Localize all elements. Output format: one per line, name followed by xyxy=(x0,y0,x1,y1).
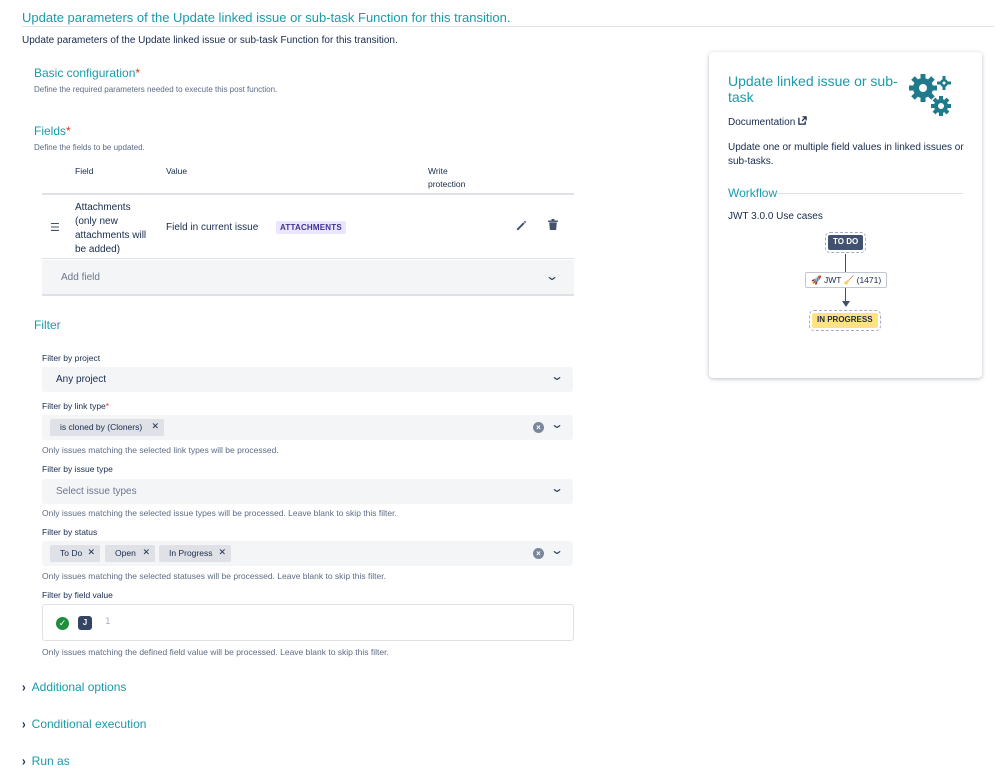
filter-issue-type-label: Filter by issue type xyxy=(42,464,113,474)
field-name: Attachments (only new attachments will b… xyxy=(75,201,155,257)
trash-icon[interactable] xyxy=(548,219,558,233)
field-name-line: be added) xyxy=(75,244,121,255)
filter-field-value-label: Filter by field value xyxy=(42,590,113,600)
basic-config-title: Basic configuration xyxy=(34,66,136,80)
additional-options-label: Additional options xyxy=(31,680,127,694)
run-as-toggle[interactable]: › Run as xyxy=(22,754,70,770)
drag-handle-icon[interactable]: ☰ xyxy=(50,221,60,234)
chevron-down-icon: ⌄ xyxy=(549,543,565,557)
filter-link-type-label: Filter by link type* xyxy=(42,401,109,411)
line-number: 1 xyxy=(105,617,111,627)
workflow-title: Workflow xyxy=(728,186,778,200)
clear-icon[interactable]: × xyxy=(533,548,544,559)
field-value-hint: Only issues matching the defined field v… xyxy=(42,647,389,657)
chevron-right-icon: › xyxy=(22,717,26,733)
issue-type-hint: Only issues matching the selected issue … xyxy=(42,508,397,518)
close-icon[interactable]: ✕ xyxy=(218,547,226,558)
fields-title: Fields xyxy=(34,124,67,138)
field-name-line: attachments will xyxy=(75,230,147,241)
chevron-down-icon: ⌄ xyxy=(549,417,565,431)
workflow-divider xyxy=(777,193,963,194)
required-mark: * xyxy=(105,401,110,411)
pencil-icon[interactable] xyxy=(516,220,527,234)
status-select[interactable]: To Do ✕ Open ✕ In Progress ✕ × ⌄ xyxy=(42,541,573,566)
transition-label: JWT xyxy=(823,275,842,285)
clear-icon[interactable]: × xyxy=(533,422,544,433)
arrow-down-icon xyxy=(842,301,850,307)
required-mark: * xyxy=(135,66,141,80)
field-value-editor[interactable]: ✓ J 1 xyxy=(42,604,574,641)
documentation-link[interactable]: Documentation xyxy=(728,116,807,128)
fields-table-header: Field Value Write protection xyxy=(42,164,574,195)
status-chip-todo: To Do ✕ xyxy=(50,545,100,562)
workflow-connector xyxy=(845,254,846,272)
column-value: Value xyxy=(166,166,188,176)
field-name-line: Attachments xyxy=(75,202,131,213)
attachments-badge: ATTACHMENTS xyxy=(276,221,346,234)
conditional-execution-label: Conditional execution xyxy=(31,717,147,731)
add-field-placeholder: Add field xyxy=(61,272,100,283)
card-description: Update one or multiple field values in l… xyxy=(728,142,964,167)
card-title: Update linked issue or sub-task xyxy=(728,73,898,105)
basic-config-heading: Basic configuration* xyxy=(34,66,140,80)
status-todo: TO DO xyxy=(824,232,867,253)
column-write-protection-2: protection xyxy=(428,179,466,189)
filter-status-label: Filter by status xyxy=(42,527,98,537)
chevron-down-icon: ⌄ xyxy=(544,269,560,283)
workflow-transition: 🚀 JWT 🧹 (1471) xyxy=(805,272,888,288)
chevron-right-icon: › xyxy=(22,680,26,696)
required-mark: * xyxy=(66,124,71,138)
chevron-down-icon: ⌄ xyxy=(549,369,565,383)
status-in-progress: IN PROGRESS xyxy=(809,310,881,331)
status-hint: Only issues matching the selected status… xyxy=(42,571,386,581)
chip-label: Open xyxy=(115,548,136,558)
field-value: Field in current issue xyxy=(166,222,259,233)
column-write-protection-1: Write xyxy=(428,166,448,176)
link-type-hint: Only issues matching the selected link t… xyxy=(42,445,279,455)
jwt-icon[interactable]: J xyxy=(78,616,92,630)
fields-description: Define the fields to be updated. xyxy=(34,143,145,152)
chip-label: To Do xyxy=(60,548,83,558)
check-circle-icon: ✓ xyxy=(56,617,69,630)
link-type-chip: is cloned by (Cloners) ✕ xyxy=(50,419,164,436)
basic-config-description: Define the required parameters needed to… xyxy=(34,85,278,94)
issue-type-placeholder: Select issue types xyxy=(56,486,137,497)
table-row: ☰ Attachments (only new attachments will… xyxy=(42,197,574,259)
fields-heading: Fields* xyxy=(34,124,71,138)
status-chip-in-progress: In Progress ✕ xyxy=(159,545,231,562)
page-title: Update parameters of the Update linked i… xyxy=(22,10,511,25)
run-as-label: Run as xyxy=(31,754,70,768)
gears-icon xyxy=(906,71,954,124)
broom-icon: 🧹 xyxy=(843,275,855,285)
close-icon[interactable]: ✕ xyxy=(87,547,95,558)
link-type-label-text: Filter by link type xyxy=(42,401,106,411)
workflow-connector xyxy=(845,288,846,302)
title-divider xyxy=(22,26,994,27)
rocket-icon: 🚀 xyxy=(811,275,822,285)
link-type-select[interactable]: is cloned by (Cloners) ✕ × ⌄ xyxy=(42,415,573,440)
external-link-icon xyxy=(798,116,807,128)
transition-id: (1471) xyxy=(856,275,882,285)
project-select-value: Any project xyxy=(56,374,107,385)
project-select[interactable]: Any project ⌄ xyxy=(42,367,573,392)
workflow-subtitle: JWT 3.0.0 Use cases xyxy=(728,211,823,222)
close-icon[interactable]: ✕ xyxy=(142,547,150,558)
issue-type-select[interactable]: Select issue types ⌄ xyxy=(42,479,573,504)
filter-project-label: Filter by project xyxy=(42,353,101,363)
conditional-execution-toggle[interactable]: › Conditional execution xyxy=(22,717,147,733)
additional-options-toggle[interactable]: › Additional options xyxy=(22,680,127,696)
documentation-label: Documentation xyxy=(728,117,796,128)
add-field-select[interactable]: Add field ⌄ xyxy=(42,260,574,296)
filter-title: Filter xyxy=(34,318,61,332)
column-field: Field xyxy=(75,166,94,176)
chip-label: is cloned by (Cloners) xyxy=(60,422,143,432)
chevron-down-icon: ⌄ xyxy=(549,481,565,495)
chip-label: In Progress xyxy=(169,548,213,558)
status-chip-open: Open ✕ xyxy=(105,545,155,562)
chevron-right-icon: › xyxy=(22,754,26,770)
info-card: Update linked issue or sub-task Document… xyxy=(709,52,982,378)
close-icon[interactable]: ✕ xyxy=(151,421,159,432)
field-name-line: (only new xyxy=(75,216,118,227)
page-description: Update parameters of the Update linked i… xyxy=(22,35,398,46)
